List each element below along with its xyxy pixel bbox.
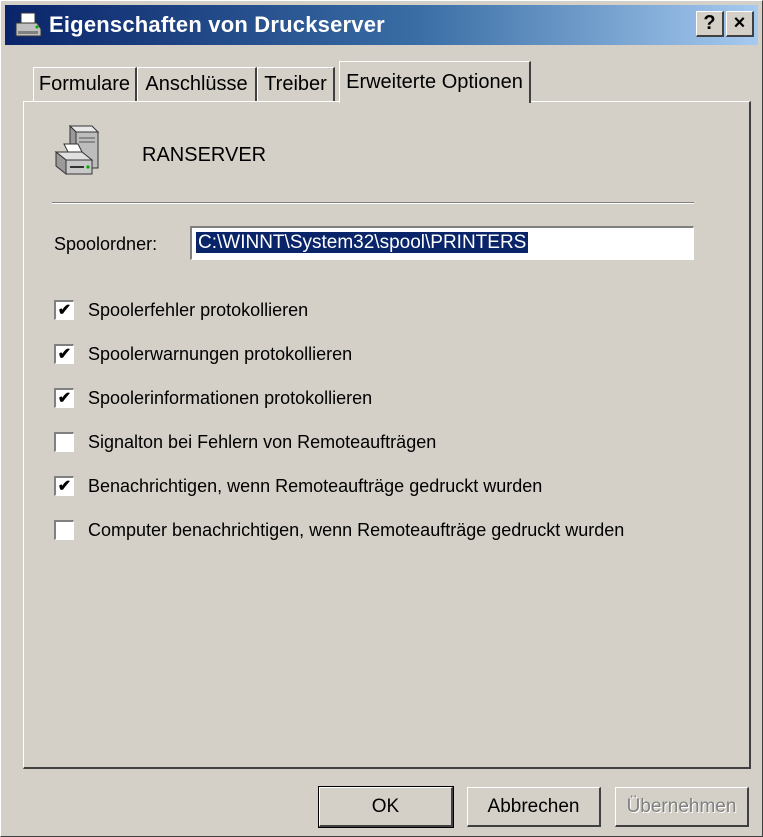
cancel-button[interactable]: Abbrechen bbox=[467, 787, 601, 827]
spool-folder-input[interactable]: C:\WINNT\System32\spool\PRINTERS bbox=[190, 226, 694, 260]
window-title: Eigenschaften von Druckserver bbox=[49, 12, 385, 37]
separator bbox=[52, 202, 694, 204]
tab-erweiterte-optionen[interactable]: Erweiterte Optionen bbox=[339, 61, 531, 103]
option-label: Spoolerinformationen protokollieren bbox=[88, 387, 373, 408]
printer-icon bbox=[13, 10, 43, 40]
option-label: Signalton bei Fehlern von Remoteaufträge… bbox=[88, 431, 437, 452]
option-notify-remote-printed[interactable]: ✔ Benachrichtigen, wenn Remoteaufträge g… bbox=[54, 474, 542, 498]
dialog-window: Eigenschaften von Druckserver ? × Formul… bbox=[0, 0, 763, 837]
apply-button[interactable]: Übernehmen bbox=[615, 787, 749, 827]
ok-button[interactable]: OK bbox=[318, 786, 454, 828]
spool-folder-label: Spoolordner: bbox=[54, 234, 158, 254]
checkbox[interactable] bbox=[54, 520, 74, 540]
option-log-spooler-info[interactable]: ✔ Spoolerinformationen protokollieren bbox=[54, 386, 372, 410]
option-label: Computer benachrichtigen, wenn Remoteauf… bbox=[88, 519, 625, 540]
option-label: Spoolerfehler protokollieren bbox=[88, 299, 309, 320]
tab-panel: RANSERVER Spoolordner: C:\WINNT\System32… bbox=[23, 101, 751, 769]
tab-formulare[interactable]: Formulare bbox=[33, 67, 137, 101]
checkbox[interactable]: ✔ bbox=[54, 476, 74, 496]
option-label: Benachrichtigen, wenn Remoteaufträge ged… bbox=[88, 475, 543, 496]
close-button[interactable]: × bbox=[726, 11, 754, 37]
help-button[interactable]: ? bbox=[696, 11, 724, 37]
checkbox[interactable]: ✔ bbox=[54, 300, 74, 320]
option-notify-computer-remote-printed[interactable]: Computer benachrichtigen, wenn Remoteauf… bbox=[54, 518, 624, 542]
spool-folder-value: C:\WINNT\System32\spool\PRINTERS bbox=[196, 232, 529, 253]
checkbox[interactable]: ✔ bbox=[54, 344, 74, 364]
print-server-icon bbox=[52, 122, 112, 182]
checkbox[interactable]: ✔ bbox=[54, 388, 74, 408]
server-name: RANSERVER bbox=[142, 144, 267, 166]
option-log-spooler-errors[interactable]: ✔ Spoolerfehler protokollieren bbox=[54, 298, 308, 322]
title-bar[interactable]: Eigenschaften von Druckserver ? × bbox=[5, 5, 758, 45]
tab-anschluesse[interactable]: Anschlüsse bbox=[137, 67, 257, 101]
option-label: Spoolerwarnungen protokollieren bbox=[88, 343, 353, 364]
checkbox[interactable] bbox=[54, 432, 74, 452]
tab-treiber[interactable]: Treiber bbox=[257, 67, 335, 101]
option-beep-on-remote-errors[interactable]: Signalton bei Fehlern von Remoteaufträge… bbox=[54, 430, 436, 454]
option-log-spooler-warnings[interactable]: ✔ Spoolerwarnungen protokollieren bbox=[54, 342, 352, 366]
